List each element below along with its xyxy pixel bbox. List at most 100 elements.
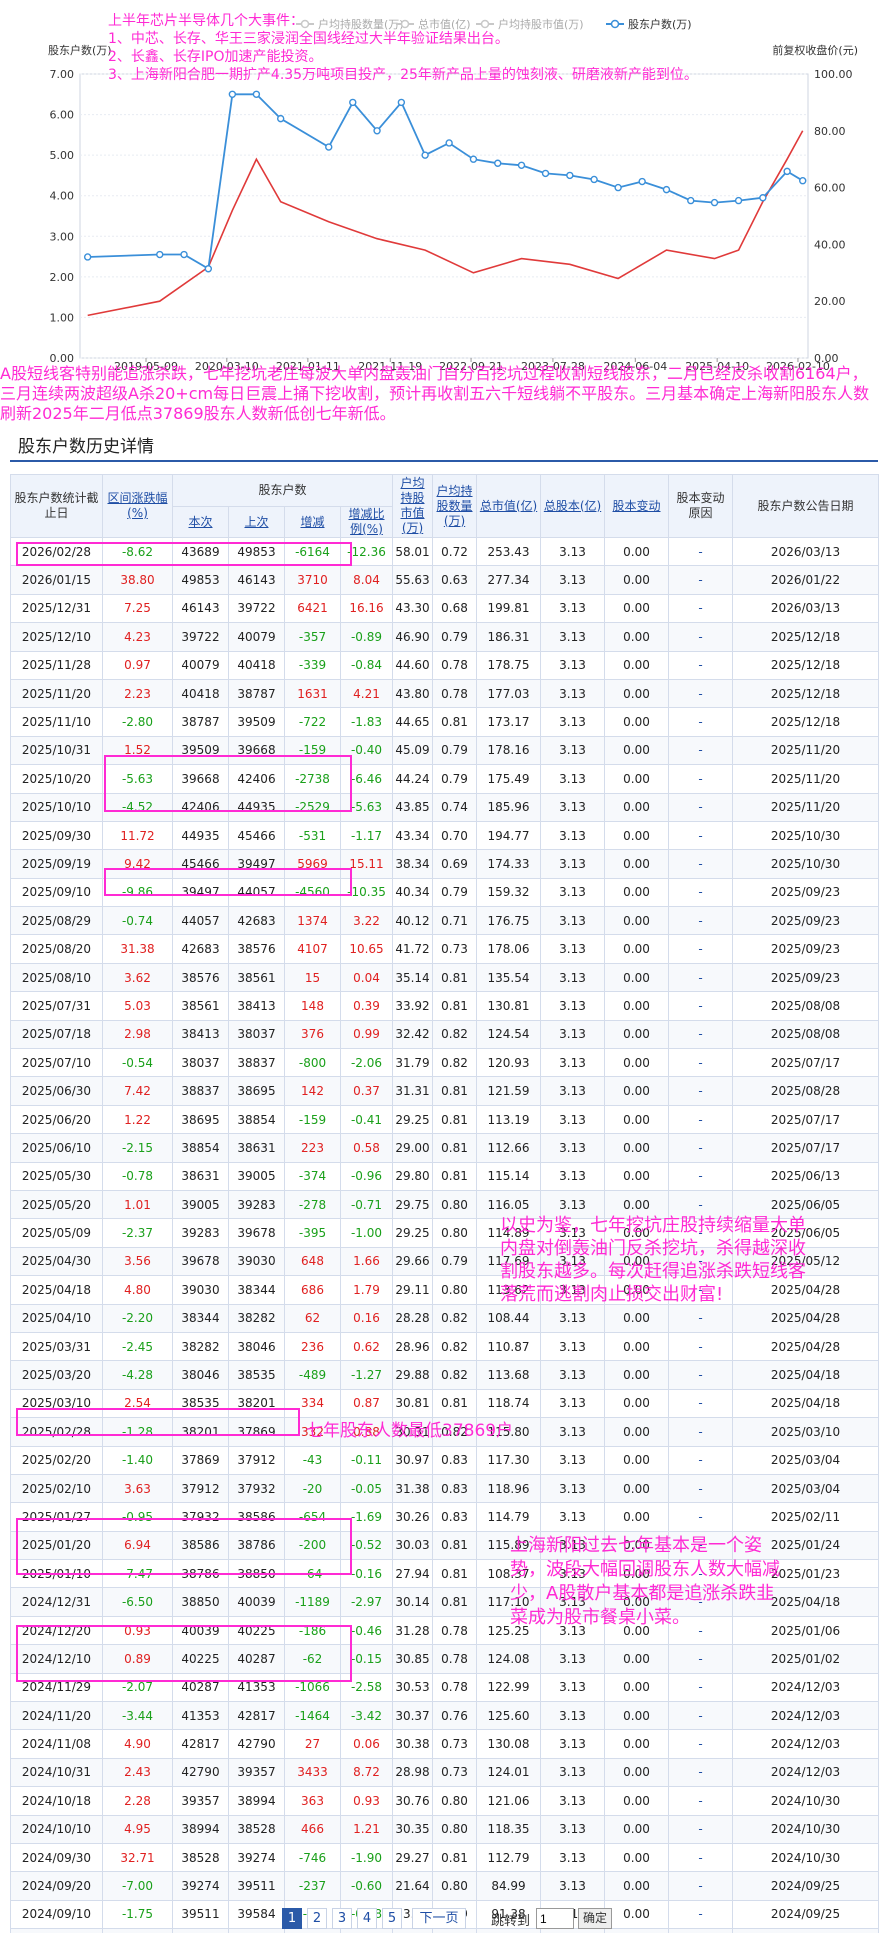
table-cell: 38528 [228, 1814, 285, 1844]
table-cell: 28.96 [392, 1331, 434, 1362]
table-cell: 3.13 [540, 1644, 606, 1674]
table-cell: 130.81 [476, 991, 542, 1021]
table-cell: 0.00 [604, 1104, 670, 1135]
table-cell: 38046 [172, 1360, 229, 1390]
holder-point [662, 185, 671, 194]
page-3-button[interactable]: 3 [332, 1908, 352, 1929]
table-cell: 3.13 [540, 1360, 606, 1390]
holder-point [687, 196, 695, 205]
table-cell: - [668, 1445, 734, 1475]
table-cell: -2.20 [102, 1303, 173, 1333]
table-cell: 120.93 [476, 1048, 542, 1078]
jump-confirm-button[interactable]: 确定 [578, 1908, 612, 1929]
table-cell: - [668, 906, 734, 936]
col-this[interactable]: 本次 [172, 506, 229, 538]
table-cell: 0.81 [432, 1161, 478, 1191]
table-cell: 0.78 [432, 1615, 478, 1646]
table-cell: 2025/06/20 [10, 1104, 103, 1135]
col-holders-group: 股东户数 [171, 474, 394, 507]
table-row: 2025/09/30 11.72 44935 45466 -531 -1.17 43.34 0… [10, 820, 880, 851]
table-cell: 2024/12/03 [732, 1729, 880, 1759]
holder-point [445, 139, 453, 147]
table-cell: 0.00 [604, 565, 670, 595]
col-delta-pct[interactable]: 增减比例(%) [339, 506, 394, 538]
table-cell: 3.13 [540, 1331, 606, 1362]
table-cell: 38282 [228, 1303, 285, 1333]
table-cell: 2024/10/31 [10, 1757, 103, 1788]
page-5-button[interactable]: 5 [382, 1908, 402, 1929]
table-cell: 3.13 [540, 792, 606, 822]
table-cell: 1.66 [339, 1246, 394, 1277]
table-cell: 0.00 [604, 1161, 670, 1191]
table-cell: - [668, 650, 734, 680]
table-row: 2025/06/10 -2.15 38854 38631 223 0.58 29.00 0.8… [10, 1133, 880, 1163]
table-cell: 121.06 [476, 1786, 542, 1816]
col-mktcap[interactable]: 总市值(亿) [476, 474, 542, 538]
table-cell: 648 [284, 1246, 341, 1277]
table-cell: 0.69 [432, 849, 478, 879]
table-cell: 2.28 [102, 1786, 173, 1816]
table-cell: 3.13 [540, 1048, 606, 1078]
table-cell: 39678 [172, 1246, 229, 1277]
table-cell: 0.70 [432, 820, 478, 851]
table-cell: 27 [284, 1729, 341, 1759]
table-row: 2024/09/20 -7.00 39274 39511 -237 -0.60 21.64 0… [10, 1871, 880, 1901]
table-cell: 0.00 [604, 764, 670, 794]
table-row: 2025/12/31 7.25 46143 39722 6421 16.16 43.30 0.… [10, 593, 880, 624]
table-cell: 4.95 [102, 1814, 173, 1844]
table-cell: 0.00 [604, 678, 670, 709]
table-cell: 122.99 [476, 1672, 542, 1703]
annotation-top-line: 上半年芯片半导体几个大事件： [108, 13, 304, 29]
table-cell: 466 [284, 1814, 341, 1844]
table-cell: 1.22 [102, 1104, 173, 1135]
table-row: 2024/09/30 32.71 38528 39274 -746 -1.90 29.27 0… [10, 1842, 880, 1873]
right-tick-label: 80.00 [814, 125, 846, 138]
right-tick-label: 100.00 [814, 68, 853, 81]
table-cell: - [668, 1842, 734, 1873]
table-cell: 2026/03/13 [732, 536, 880, 567]
holder-history-table: 股东户数统计截止日 区间涨跌幅(%) 股东户数 户均持股市值(万) 户均持股数量… [10, 474, 880, 1933]
table-cell: 3.13 [540, 1445, 606, 1475]
col-share-change[interactable]: 股本变动 [604, 474, 670, 538]
page-2-button[interactable]: 2 [307, 1908, 327, 1929]
col-delta[interactable]: 增减 [284, 506, 341, 538]
table-cell: 2024/11/08 [10, 1729, 103, 1759]
table-cell: - [668, 1388, 734, 1419]
col-avg-value[interactable]: 户均持股市值(万) [392, 474, 434, 538]
table-cell: 2025/07/31 [10, 991, 103, 1021]
table-cell: -1.40 [102, 1445, 173, 1475]
holder-point [566, 171, 574, 180]
table-cell: 45.09 [392, 735, 434, 766]
table-cell: -531 [284, 820, 341, 851]
table-cell: 2025/07/17 [732, 1133, 880, 1163]
table-cell: 3.13 [540, 1757, 606, 1788]
next-page-button[interactable]: 下一页 [412, 1908, 466, 1929]
table-cell: - [668, 1303, 734, 1333]
table-cell: 2.23 [102, 678, 173, 709]
col-shares[interactable]: 总股本(亿) [540, 474, 606, 538]
table-cell: 39357 [172, 1786, 229, 1816]
table-cell: 0.16 [339, 1303, 394, 1333]
table-cell: 0.93 [339, 1786, 394, 1816]
table-cell: - [668, 1048, 734, 1078]
table-cell: - [668, 1360, 734, 1390]
page-1-button[interactable]: 1 [282, 1908, 302, 1929]
table-cell: 38695 [228, 1076, 285, 1106]
table-cell: 38528 [172, 1842, 229, 1873]
holder-point [469, 155, 478, 163]
page-4-button[interactable]: 4 [357, 1908, 377, 1929]
table-cell: 121.59 [476, 1076, 542, 1106]
table-cell: 42817 [172, 1729, 229, 1759]
table-cell: 0.78 [432, 1644, 478, 1674]
table-cell: - [668, 1757, 734, 1788]
table-cell: 2025/07/17 [732, 1048, 880, 1078]
holder-point [204, 265, 213, 273]
table-cell: 125.60 [476, 1701, 542, 1731]
table-cell: 3.13 [540, 1104, 606, 1135]
table-cell: 2025/02/11 [732, 1502, 880, 1532]
table-cell: 2025/12/10 [10, 622, 103, 652]
col-change-pct[interactable]: 区间涨跌幅(%) [102, 474, 173, 538]
jump-page-input[interactable] [536, 1908, 574, 1929]
col-prev[interactable]: 上次 [228, 506, 285, 538]
col-avg-qty[interactable]: 户均持股数量(万) [432, 474, 478, 538]
